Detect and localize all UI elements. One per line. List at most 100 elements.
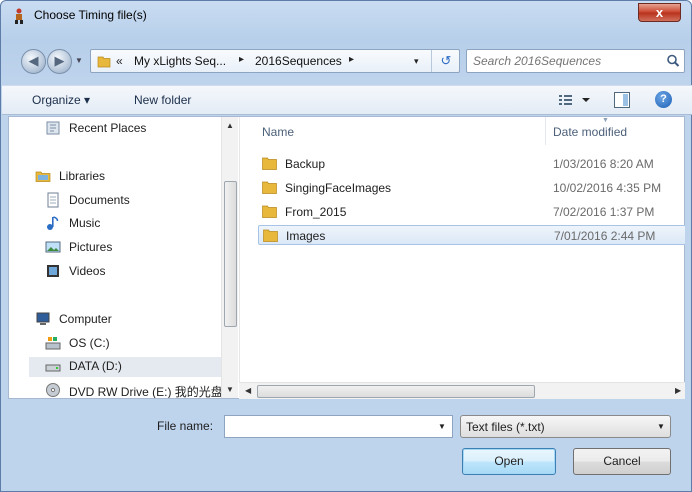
search-input[interactable] [473, 54, 653, 68]
search-box[interactable] [466, 49, 685, 73]
breadcrumb-overflow[interactable]: « [116, 54, 123, 68]
nav-item-computer[interactable]: Computer [35, 310, 215, 330]
nav-item-label: Libraries [59, 169, 106, 183]
column-header-date-modified[interactable]: Date modified [553, 125, 627, 153]
nav-item-dvd-drive[interactable]: DVD RW Drive (E:) 我的光盘 [45, 381, 223, 398]
file-list: ▼ Name Date modified T Backup 1/03/2016 … [239, 117, 685, 398]
nav-item-label: OS (C:) [69, 336, 110, 350]
address-bar[interactable]: « My xLights Seq... ▸ 2016Sequences ▸ ▾ … [90, 49, 460, 73]
file-row-singingfaceimages[interactable]: SingingFaceImages 10/02/2016 4:35 PM F [258, 178, 685, 198]
scroll-left-icon[interactable]: ◀ [245, 386, 251, 395]
videos-icon [47, 265, 59, 277]
file-name: Backup [285, 157, 326, 171]
organize-menu-button[interactable]: Organize ▾ [32, 93, 90, 107]
preview-pane-icon[interactable] [614, 92, 630, 108]
browser-pane: Recent Places Libraries Documents Music … [8, 116, 685, 399]
file-name-dropdown-icon[interactable]: ▼ [438, 422, 446, 431]
forward-arrow-icon: ▶ [54, 53, 65, 68]
scroll-up-icon[interactable]: ▲ [226, 121, 234, 130]
folder-icon [97, 56, 111, 68]
sort-indicator-icon: ▼ [602, 117, 609, 124]
documents-icon [47, 192, 59, 208]
file-row-backup[interactable]: Backup 1/03/2016 8:20 AM F [258, 154, 685, 174]
nav-item-videos[interactable]: Videos [45, 262, 215, 282]
breadcrumb-separator-icon[interactable]: ▸ [239, 54, 244, 65]
file-date-modified: 1/03/2016 8:20 AM [553, 157, 654, 171]
scrollbar-thumb[interactable] [257, 385, 535, 398]
breadcrumb-item-2016sequences[interactable]: 2016Sequences [255, 54, 342, 68]
file-date-modified: 7/02/2016 1:37 PM [553, 205, 655, 219]
column-divider[interactable] [545, 117, 546, 145]
nav-item-data-d[interactable]: DATA (D:) [29, 357, 221, 377]
nav-item-label: Pictures [69, 240, 113, 254]
nav-item-pictures[interactable]: Pictures [45, 238, 215, 258]
nav-item-label: DVD RW Drive (E:) 我的光盘 [69, 385, 223, 398]
file-name-label: File name: [157, 419, 214, 433]
scroll-right-icon[interactable]: ▶ [675, 386, 681, 395]
dvd-drive-icon [46, 383, 60, 397]
search-icon[interactable] [665, 53, 681, 69]
window-title: Choose Timing file(s) [34, 8, 147, 22]
close-icon: x [655, 5, 664, 20]
nav-item-label: Videos [69, 264, 106, 278]
file-name-input[interactable] [229, 419, 429, 433]
recent-locations-dropdown-icon[interactable]: ▼ [75, 56, 83, 65]
command-toolbar: Organize ▾ New folder ? [2, 85, 692, 115]
title-bar[interactable]: Choose Timing file(s) x [1, 1, 691, 29]
file-type-filter-value: Text files (*.txt) [466, 420, 545, 434]
scrollbar-thumb[interactable] [224, 181, 237, 327]
chevron-down-icon: ▼ [657, 422, 665, 431]
nav-item-libraries[interactable]: Libraries [35, 167, 215, 187]
nav-pane-vertical-scrollbar[interactable]: ▲ ▼ [221, 117, 238, 398]
pictures-icon [45, 241, 61, 253]
file-date-modified: 7/01/2016 2:44 PM [554, 229, 656, 243]
nav-item-label: Recent Places [69, 121, 147, 135]
file-name: From_2015 [285, 205, 347, 219]
recent-places-icon [46, 121, 60, 135]
back-button[interactable]: ◀ [21, 49, 46, 74]
nav-item-label: Computer [59, 312, 112, 326]
address-dropdown-icon[interactable]: ▾ [414, 56, 419, 67]
music-icon [47, 216, 59, 230]
nav-item-label: Documents [69, 193, 130, 207]
folder-icon [263, 229, 278, 242]
folder-icon [262, 157, 277, 170]
drive-d-icon [45, 364, 61, 372]
file-name-combobox[interactable]: ▼ [224, 415, 453, 438]
help-icon[interactable]: ? [655, 91, 672, 108]
open-button[interactable]: Open [462, 448, 556, 475]
xlights-app-icon [15, 8, 23, 24]
file-row-from-2015[interactable]: From_2015 7/02/2016 1:37 PM F [258, 202, 685, 222]
column-header-name[interactable]: Name [262, 125, 294, 153]
file-date-modified: 10/02/2016 4:35 PM [553, 181, 662, 195]
breadcrumb-separator-icon[interactable]: ▸ [349, 54, 354, 65]
nav-item-os-c[interactable]: OS (C:) [45, 334, 215, 354]
forward-button[interactable]: ▶ [47, 49, 72, 74]
libraries-icon [35, 171, 51, 182]
drive-c-icon [45, 337, 61, 350]
cancel-button[interactable]: Cancel [573, 448, 671, 475]
breadcrumb-item-my-xlights[interactable]: My xLights Seq... [134, 54, 226, 68]
nav-item-label: Music [69, 216, 101, 230]
folder-icon [262, 181, 277, 194]
refresh-icon: ↺ [440, 53, 452, 68]
new-folder-button[interactable]: New folder [134, 93, 191, 107]
file-name: SingingFaceImages [285, 181, 392, 195]
file-list-horizontal-scrollbar[interactable]: ◀ ▶ [239, 382, 685, 399]
scroll-down-icon[interactable]: ▼ [226, 385, 234, 394]
folder-icon [262, 205, 277, 218]
nav-item-recent-places[interactable]: Recent Places [45, 119, 215, 139]
file-name: Images [286, 229, 326, 243]
close-button[interactable]: x [638, 3, 681, 22]
refresh-button[interactable]: ↺ [431, 50, 460, 72]
computer-icon [36, 312, 50, 325]
nav-item-label: DATA (D:) [69, 359, 122, 373]
file-type-filter-select[interactable]: Text files (*.txt) ▼ [460, 415, 671, 438]
nav-item-documents[interactable]: Documents [45, 191, 215, 211]
change-view-icon[interactable] [557, 92, 593, 108]
file-row-images[interactable]: Images 7/01/2016 2:44 PM F [258, 225, 685, 245]
dialog-window: Choose Timing file(s) x ◀ ▶ ▼ « My xLigh… [0, 0, 692, 492]
nav-item-music[interactable]: Music [45, 214, 215, 234]
navigation-pane: Recent Places Libraries Documents Music … [9, 117, 239, 398]
back-arrow-icon: ◀ [28, 53, 39, 68]
